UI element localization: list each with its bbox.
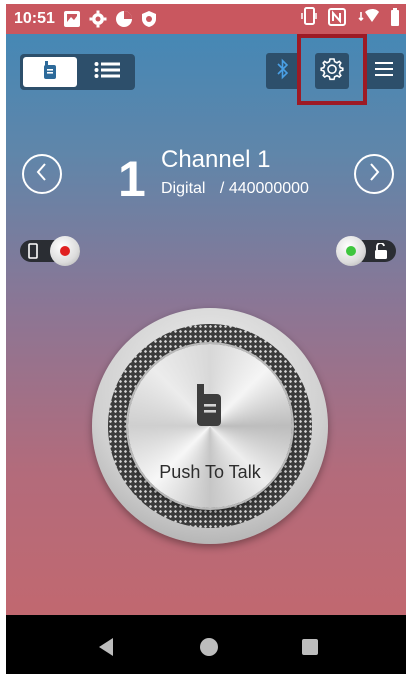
hamburger-menu-icon — [375, 61, 393, 82]
view-toggle — [20, 54, 135, 90]
red-status-dot — [60, 246, 70, 256]
settings-gear-icon — [89, 10, 107, 28]
recents-square-icon — [302, 639, 318, 655]
channel-number: 1 — [118, 151, 146, 207]
push-to-talk-button[interactable]: Push To Talk — [128, 344, 292, 508]
app-screen: 10:51 1 Channel 1 Digital / 440000000 Pu… — [6, 4, 406, 674]
shield-icon — [141, 10, 157, 28]
walkie-talkie-icon — [194, 384, 224, 433]
unlock-icon — [374, 242, 388, 264]
data-usage-icon — [115, 10, 133, 28]
phone-icon — [28, 243, 38, 264]
radio-view-button[interactable] — [23, 57, 77, 87]
channel-frequency: 440000000 — [228, 180, 309, 197]
home-button[interactable] — [199, 637, 219, 662]
device-mode-toggle[interactable] — [20, 236, 80, 266]
channel-separator: / — [219, 180, 225, 197]
channel-name: Channel 1 — [161, 146, 271, 173]
device-toggle-knob — [50, 236, 80, 266]
next-channel-button[interactable] — [354, 154, 394, 194]
radio-device-icon — [43, 60, 57, 84]
chevron-right-icon — [367, 162, 381, 187]
list-view-button[interactable] — [80, 57, 134, 87]
previous-channel-button[interactable] — [22, 154, 62, 194]
battery-icon — [390, 7, 400, 31]
back-triangle-icon — [99, 638, 113, 656]
back-button[interactable] — [96, 637, 116, 662]
lock-toggle-knob — [336, 236, 366, 266]
settings-highlight-box — [297, 34, 367, 105]
push-to-talk-housing: Push To Talk — [92, 308, 328, 544]
wifi-icon — [356, 8, 380, 31]
menu-button[interactable] — [364, 53, 404, 89]
vibrate-icon — [300, 6, 318, 32]
android-navigation-bar — [6, 615, 406, 674]
green-status-dot — [346, 246, 356, 256]
list-icon — [94, 61, 120, 84]
channel-mode: Digital — [161, 180, 206, 197]
bluetooth-button[interactable] — [266, 53, 300, 89]
nfc-icon — [328, 7, 346, 31]
push-to-talk-label: Push To Talk — [159, 462, 261, 482]
bluetooth-icon — [276, 58, 290, 85]
home-circle-icon — [200, 638, 218, 656]
status-bar: 10:51 — [6, 4, 406, 34]
recents-button[interactable] — [300, 637, 320, 662]
gallery-notification-icon — [63, 10, 81, 28]
lock-toggle[interactable] — [336, 236, 396, 266]
channel-details: Digital / 440000000 — [161, 180, 309, 198]
chevron-left-icon — [35, 162, 49, 187]
status-time: 10:51 — [14, 10, 55, 27]
